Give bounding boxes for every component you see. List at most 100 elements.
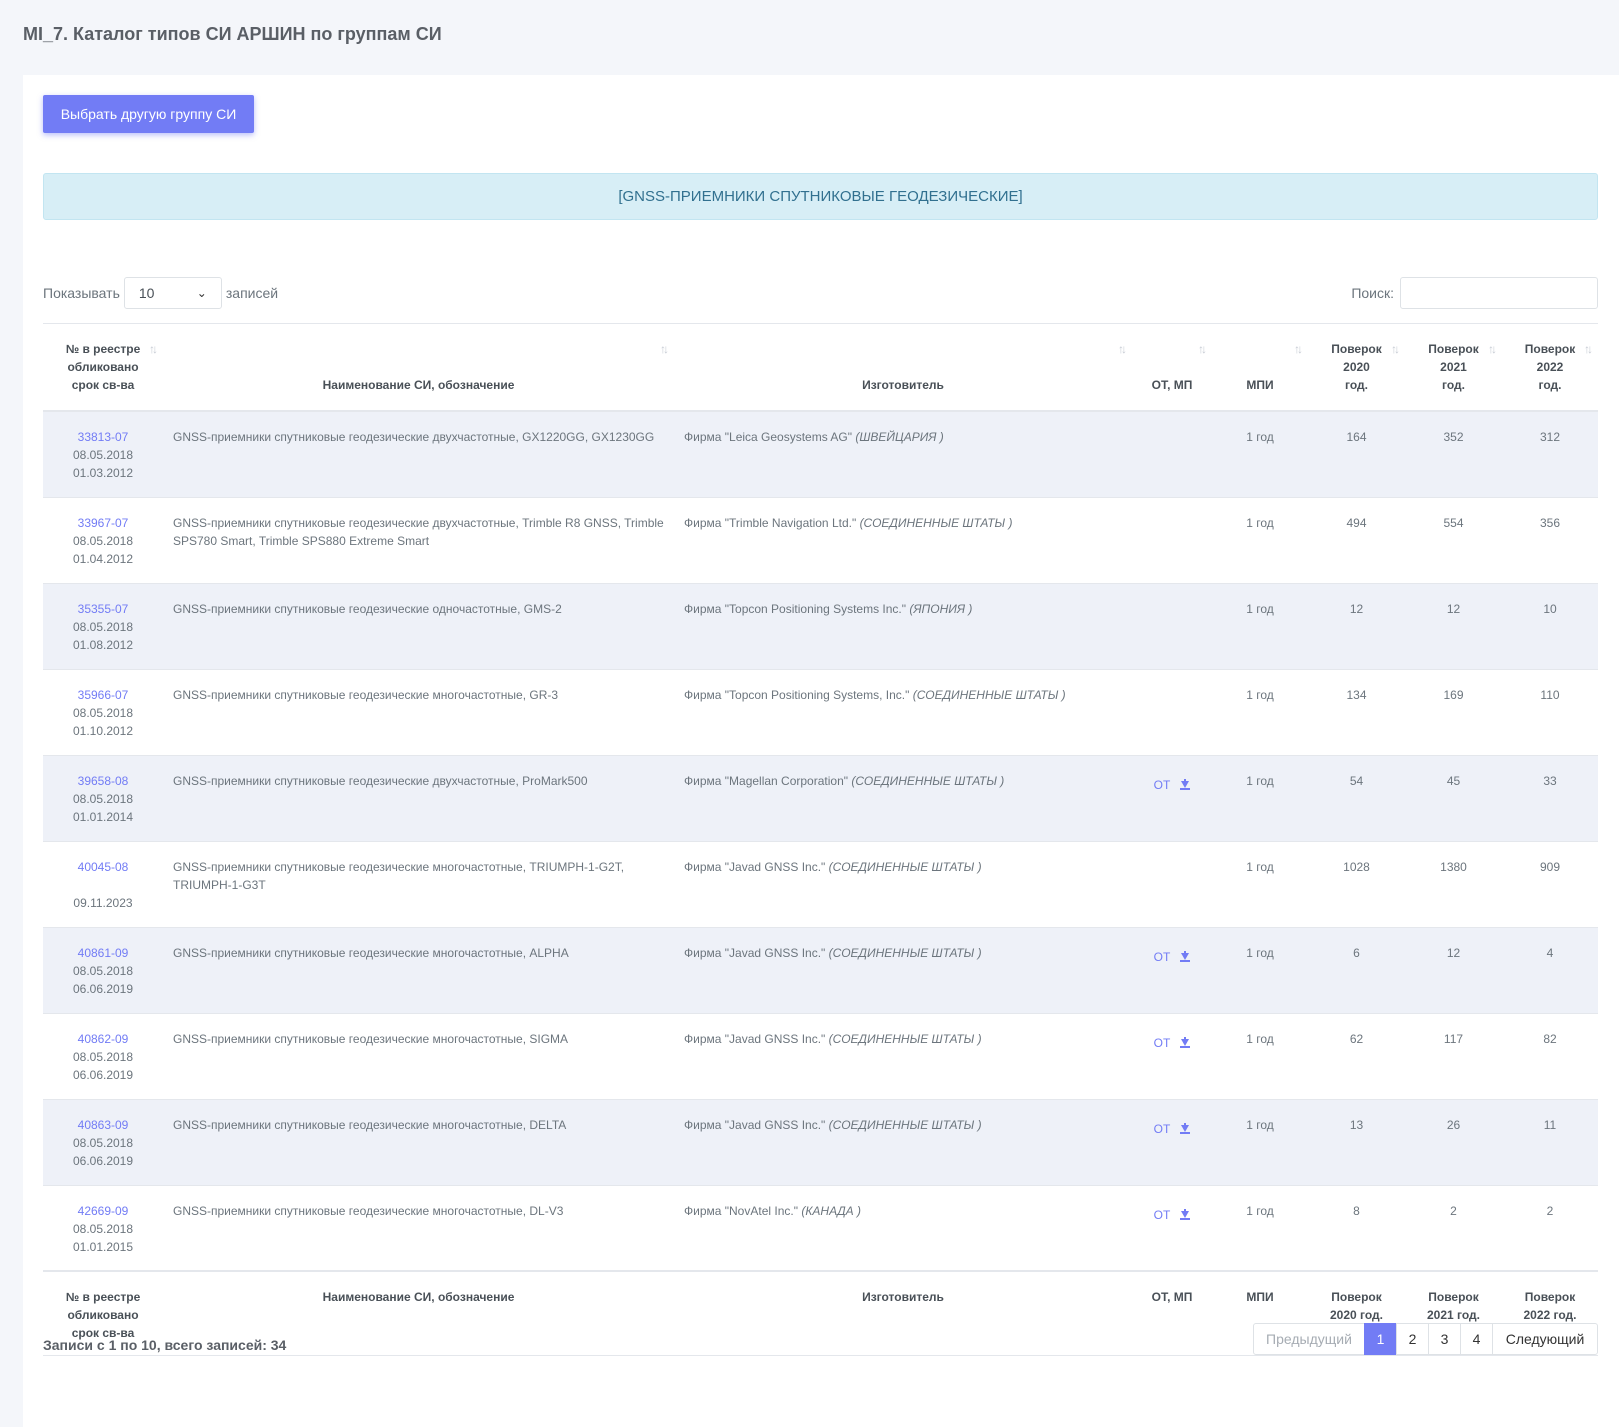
cell-ot: ОТ: [1132, 1098, 1212, 1185]
registry-number-link[interactable]: 42669-09: [53, 1202, 153, 1220]
foot-reg-line2: обликовано: [67, 1308, 139, 1322]
page-title: MI_7. Каталог типов СИ АРШИН по группам …: [23, 24, 442, 44]
pagination-page-4[interactable]: 4: [1460, 1323, 1493, 1355]
registry-number-link[interactable]: 33813-07: [53, 428, 153, 446]
valid-until-date: 06.06.2019: [72, 981, 134, 996]
valid-until-date: 01.10.2012: [72, 723, 134, 738]
cell-p2022: 356: [1502, 496, 1598, 583]
cell-ot: [1132, 668, 1212, 755]
cell-name: GNSS-приемники спутниковые геодезические…: [163, 926, 674, 1013]
registry-number-link[interactable]: 35966-07: [53, 686, 153, 704]
cell-ot: [1132, 410, 1212, 497]
cell-mpi: 1 год: [1212, 582, 1308, 669]
cell-p2021: 554: [1405, 496, 1502, 583]
col-maker-header[interactable]: Изготовитель ↑↓: [674, 323, 1132, 412]
cell-p2020: 8: [1308, 1184, 1405, 1271]
valid-until-date: 01.08.2012: [72, 637, 134, 652]
page-length-select[interactable]: 10 ⌄: [123, 277, 222, 309]
cell-mpi: 1 год: [1212, 1098, 1308, 1185]
download-icon[interactable]: [1180, 951, 1191, 962]
cell-p2021: 2: [1405, 1184, 1502, 1271]
ot-link[interactable]: ОТ: [1154, 1120, 1171, 1138]
cell-ot: [1132, 496, 1212, 583]
download-icon[interactable]: [1180, 1123, 1191, 1134]
download-icon[interactable]: [1180, 1209, 1191, 1220]
published-date: 08.05.2018: [72, 791, 134, 806]
col-name-header[interactable]: Наименование СИ, обозначение ↑↓: [163, 323, 674, 412]
cell-p2020: 13: [1308, 1098, 1405, 1185]
col-mpi-header[interactable]: МПИ ↑↓: [1212, 323, 1308, 412]
ot-link[interactable]: ОТ: [1154, 948, 1171, 966]
col-ot-header[interactable]: ОТ, МП ↑↓: [1132, 323, 1212, 412]
cell-p2022: 110: [1502, 668, 1598, 755]
pagination-next[interactable]: Следующий: [1492, 1323, 1598, 1355]
cell-p2022: 10: [1502, 582, 1598, 669]
cell-maker: Фирма "Topcon Positioning Systems, Inc."…: [674, 668, 1132, 755]
col-p2020-header[interactable]: Поверок 2020 год. ↑↓: [1308, 323, 1405, 412]
cell-name: GNSS-приемники спутниковые геодезические…: [163, 1098, 674, 1185]
ot-link[interactable]: ОТ: [1154, 776, 1171, 794]
foot-p2022-line2: 2022 год.: [1523, 1308, 1577, 1322]
chevron-down-icon: ⌄: [196, 286, 207, 300]
maker-country: (СОЕДИНЕННЫЕ ШТАТЫ ): [828, 1117, 982, 1132]
cell-p2020: 134: [1308, 668, 1405, 755]
col-p2021-header[interactable]: Поверок 2021 год. ↑↓: [1405, 323, 1502, 412]
published-date: 08.05.2018: [72, 1221, 134, 1236]
cell-maker: Фирма "Javad GNSS Inc." (СОЕДИНЕННЫЕ ШТА…: [674, 840, 1132, 927]
maker-name: Фирма "Magellan Corporation": [684, 773, 849, 788]
ot-link[interactable]: ОТ: [1154, 1034, 1171, 1052]
cell-mpi: 1 год: [1212, 1012, 1308, 1099]
col-maker-label: Изготовитель: [862, 378, 944, 392]
col-p2022-header[interactable]: Поверок 2022 год. ↑↓: [1502, 323, 1598, 412]
valid-until-date: 09.11.2023: [73, 895, 133, 910]
col-reg-line1: № в реестре: [65, 342, 141, 356]
col-reg-line3: срок св-ва: [71, 378, 135, 392]
maker-name: Фирма "Javad GNSS Inc.": [684, 1117, 826, 1132]
col-reg-header[interactable]: № в реестре обликовано срок св-ва ↑↓: [43, 323, 163, 412]
pagination-page-3[interactable]: 3: [1428, 1323, 1461, 1355]
valid-until-date: 01.01.2015: [72, 1239, 134, 1254]
valid-until-date: 01.01.2014: [72, 809, 134, 824]
pagination-page-1[interactable]: 1: [1364, 1323, 1397, 1355]
published-date: 08.05.2018: [72, 1135, 134, 1150]
registry-number-link[interactable]: 40045-08: [53, 858, 153, 876]
download-icon[interactable]: [1180, 1037, 1191, 1048]
choose-group-button[interactable]: Выбрать другую группу СИ: [43, 95, 254, 133]
maker-country: (СОЕДИНЕННЫЕ ШТАТЫ ): [828, 1031, 982, 1046]
registry-number-link[interactable]: 35355-07: [53, 600, 153, 618]
cell-reg: 33813-07 08.05.2018 01.03.2012: [43, 410, 163, 497]
download-icon[interactable]: [1180, 779, 1191, 790]
cell-ot: ОТ: [1132, 926, 1212, 1013]
cell-maker: Фирма "Javad GNSS Inc." (СОЕДИНЕННЫЕ ШТА…: [674, 1012, 1132, 1099]
sort-arrows-icon: ↑↓: [1118, 342, 1127, 356]
cell-reg: 40862-09 08.05.2018 06.06.2019: [43, 1012, 163, 1099]
ot-doc: ОТ: [1142, 1202, 1202, 1224]
maker-country: (ШВЕЙЦАРИЯ ): [855, 430, 944, 444]
registry-number-link[interactable]: 40862-09: [53, 1030, 153, 1048]
search-input[interactable]: [1400, 277, 1598, 309]
content-card: Выбрать другую группу СИ [GNSS-ПРИЕМНИКИ…: [23, 75, 1619, 1427]
registry-number-link[interactable]: 40863-09: [53, 1116, 153, 1134]
foot-p2020-line2: 2020 год.: [1330, 1308, 1383, 1322]
cell-p2021: 12: [1405, 582, 1502, 669]
registry-number-link[interactable]: 40861-09: [53, 944, 153, 962]
table-row: 40863-09 08.05.2018 06.06.2019 GNSS-приемни…: [43, 1098, 1598, 1185]
cell-reg: 35966-07 08.05.2018 01.10.2012: [43, 668, 163, 755]
registry-number-link[interactable]: 39658-08: [53, 772, 153, 790]
maker-name: Фирма "Javad GNSS Inc.": [684, 1031, 826, 1046]
ot-link[interactable]: ОТ: [1154, 1206, 1171, 1224]
pagination-prev[interactable]: Предыдущий: [1253, 1323, 1365, 1355]
cell-ot: [1132, 582, 1212, 669]
cell-p2021: 1380: [1405, 840, 1502, 927]
cell-p2020: 12: [1308, 582, 1405, 669]
pagination-page-2[interactable]: 2: [1396, 1323, 1429, 1355]
cell-name: GNSS-приемники спутниковые геодезические…: [163, 582, 674, 669]
sort-arrows-icon: ↑↓: [1584, 342, 1593, 356]
sort-arrows-icon: ↑↓: [660, 342, 669, 356]
cell-mpi: 1 год: [1212, 754, 1308, 841]
table-controls: Показывать 10 ⌄ записей Поиск:: [43, 277, 1598, 309]
cell-reg: 40863-09 08.05.2018 06.06.2019: [43, 1098, 163, 1185]
cell-maker: Фирма "Topcon Positioning Systems Inc." …: [674, 582, 1132, 669]
registry-number-link[interactable]: 33967-07: [53, 514, 153, 532]
cell-maker: Фирма "NovAtel Inc." (КАНАДА ): [674, 1184, 1132, 1271]
